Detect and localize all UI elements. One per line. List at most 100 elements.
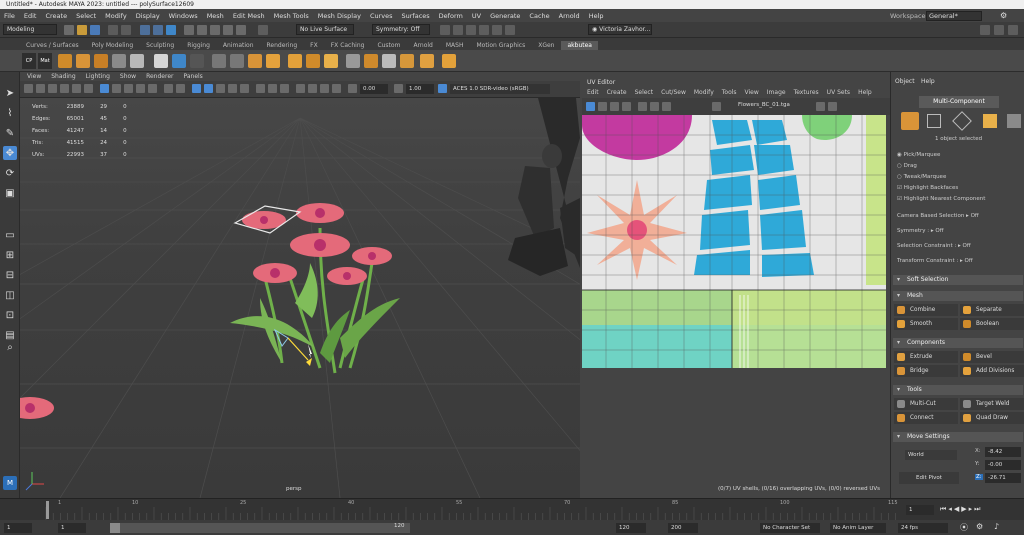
antialiasing-icon[interactable]	[268, 84, 277, 93]
playback-end-field[interactable]: 120	[616, 523, 646, 533]
go-to-end-icon[interactable]: ⏭	[974, 505, 982, 513]
anim-prefs-icon[interactable]: ⚙	[976, 522, 983, 531]
playback-controls[interactable]: ⏮◂◀▶▸⏭	[940, 505, 982, 514]
tools-section-header[interactable]: Tools	[893, 385, 1023, 395]
shelf-tab-animation[interactable]: Animation	[216, 41, 260, 50]
modeling-toolkit-icon[interactable]	[980, 25, 990, 35]
panel-tab-help[interactable]: Help	[921, 78, 935, 85]
mirror-icon[interactable]	[190, 54, 204, 68]
uv-menu-modify[interactable]: Modify	[694, 88, 714, 98]
range-slider-start-handle[interactable]	[110, 523, 120, 533]
components-section-header[interactable]: Components	[893, 338, 1023, 348]
bookmark-icon[interactable]	[48, 84, 57, 93]
user-account-dropdown[interactable]: ◉ Victoria Zavhor...	[588, 24, 652, 35]
gamma-icon[interactable]	[394, 84, 403, 93]
uv-menu-view[interactable]: View	[745, 88, 759, 98]
uv-checker-icon[interactable]	[622, 102, 631, 111]
channel-box-icon[interactable]	[1008, 25, 1018, 35]
multi-cut-button[interactable]: Multi-Cut	[894, 398, 958, 410]
hypershade-icon[interactable]	[479, 25, 489, 35]
grid-toggle-icon[interactable]	[154, 54, 168, 68]
uv-menu-create[interactable]: Create	[607, 88, 627, 98]
two-view-icon[interactable]: ◫	[3, 288, 17, 302]
safe-title-icon[interactable]	[176, 84, 185, 93]
uv-dim-image-icon[interactable]	[828, 102, 837, 111]
menu-display[interactable]: Display	[136, 12, 160, 20]
uv-editor-icon[interactable]	[172, 54, 186, 68]
uv-texture-view[interactable]	[582, 115, 886, 368]
isolate-select-icon[interactable]	[296, 84, 305, 93]
mesh-section-header[interactable]: Mesh	[893, 291, 1023, 301]
start-time-field[interactable]: 1	[4, 523, 32, 533]
quad-draw-button[interactable]: Quad Draw	[960, 412, 1024, 424]
uv-distortion-icon[interactable]	[610, 102, 619, 111]
symmetry-row[interactable]: Symmetry : ▸ Off	[897, 228, 944, 234]
move-tool-icon[interactable]: ✥	[3, 146, 17, 160]
shelf-mat-button[interactable]: Mat	[38, 53, 52, 69]
three-view-icon[interactable]: ⊡	[3, 308, 17, 322]
symmetry-dropdown[interactable]: Symmetry: Off	[372, 24, 430, 35]
menu-edit[interactable]: Edit	[24, 12, 37, 20]
bevel-tool-icon[interactable]	[112, 54, 126, 68]
depth-of-field-icon[interactable]	[280, 84, 289, 93]
shadows-icon[interactable]	[240, 84, 249, 93]
fps-dropdown[interactable]: 24 fps	[898, 523, 948, 533]
combine-shelf-icon[interactable]	[248, 54, 262, 68]
maya-logo-icon[interactable]: M	[3, 476, 17, 490]
menu-mesh-display[interactable]: Mesh Display	[318, 12, 361, 20]
multi-component-button[interactable]: Multi-Component	[919, 96, 999, 108]
combine-button[interactable]: Combine	[894, 304, 958, 316]
menu-deform[interactable]: Deform	[439, 12, 463, 20]
menu-arnold[interactable]: Arnold	[559, 12, 580, 20]
vp-menu-shading[interactable]: Shading	[51, 72, 75, 81]
field-chart-icon[interactable]	[148, 84, 157, 93]
gate-mask-icon[interactable]	[136, 84, 145, 93]
bridge-button[interactable]: Bridge	[894, 365, 958, 377]
outliner-icon[interactable]	[382, 54, 396, 68]
robot-leg-model[interactable]	[508, 98, 580, 276]
panel-tab-object[interactable]: Object	[895, 78, 915, 85]
select-by-hierarchy-icon[interactable]	[140, 25, 150, 35]
add-divisions-button[interactable]: Add Divisions	[960, 365, 1024, 377]
uv-snapshot-icon[interactable]	[638, 102, 647, 111]
poly-cube-icon[interactable]	[76, 54, 90, 68]
edge-mode-icon[interactable]	[952, 111, 972, 131]
textured-icon[interactable]	[216, 84, 225, 93]
object-mode-icon[interactable]	[901, 112, 919, 130]
connect-button[interactable]: Connect	[894, 412, 958, 424]
audio-icon[interactable]: ♪	[994, 522, 999, 531]
vertex-mode-icon[interactable]	[927, 114, 941, 128]
delete-history-icon[interactable]	[364, 54, 378, 68]
attribute-editor-icon[interactable]	[994, 25, 1004, 35]
smooth-button[interactable]: Smooth	[894, 318, 958, 330]
new-scene-icon[interactable]	[64, 25, 74, 35]
separate-shelf-icon[interactable]	[266, 54, 280, 68]
workspace-dropdown[interactable]: General*	[926, 10, 982, 21]
history-icon[interactable]	[258, 25, 268, 35]
single-view-icon[interactable]: ▭	[3, 228, 17, 242]
vp-menu-renderer[interactable]: Renderer	[146, 72, 173, 81]
redo-icon[interactable]	[121, 25, 131, 35]
auto-key-icon[interactable]: ⦿	[960, 522, 968, 533]
mode-dropdown[interactable]: Modeling	[3, 24, 57, 35]
perspective-viewport[interactable]: Verts: 23889 29 0 Edges: 65001 45 0 Faces: 4124…	[20, 98, 580, 498]
xray-components-icon[interactable]	[332, 84, 341, 93]
move-settings-header[interactable]: Move Settings	[893, 432, 1023, 442]
separate-button[interactable]: Separate	[960, 304, 1024, 316]
character-set-dropdown[interactable]: No Character Set	[760, 523, 820, 533]
select-by-object-icon[interactable]	[153, 25, 163, 35]
playback-start-field[interactable]: 1	[58, 523, 86, 533]
camera-based-selection-row[interactable]: Camera Based Selection ▸ Off	[897, 213, 979, 219]
shelf-tab-arnold[interactable]: Arnold	[407, 41, 439, 50]
menu-mesh[interactable]: Mesh	[207, 12, 224, 20]
menu-mesh-tools[interactable]: Mesh Tools	[274, 12, 309, 20]
uv-texture-image-icon[interactable]	[712, 102, 721, 111]
y-field[interactable]: -0.00	[985, 460, 1021, 470]
extrude-button[interactable]: Extrude	[894, 351, 958, 363]
shelf-cp-button[interactable]: CP	[22, 53, 36, 69]
pick-marquee-radio[interactable]: ◉ Pick/Marquee	[897, 152, 940, 158]
align-icon[interactable]	[212, 54, 226, 68]
snap-grid-icon[interactable]	[184, 25, 194, 35]
edit-pivot-button[interactable]: Edit Pivot	[899, 472, 959, 484]
distribute-icon[interactable]	[230, 54, 244, 68]
